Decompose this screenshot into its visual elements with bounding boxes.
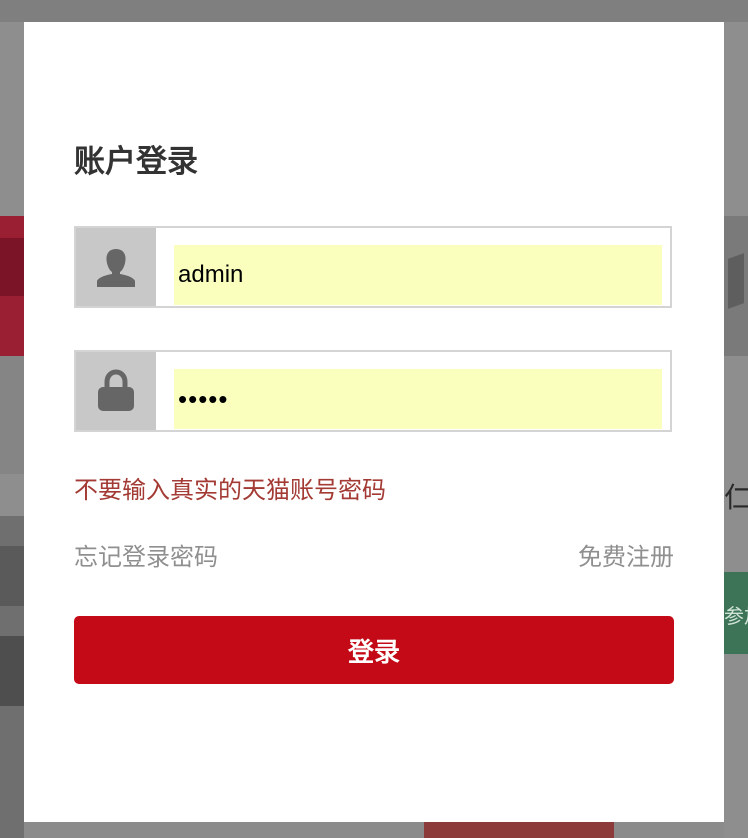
warning-message: 不要输入真实的天猫账号密码 bbox=[74, 476, 386, 504]
password-input[interactable] bbox=[174, 369, 662, 429]
background-text: 仁 bbox=[724, 481, 748, 514]
password-field bbox=[74, 350, 672, 432]
background-header bbox=[0, 0, 748, 22]
lock-icon bbox=[76, 352, 156, 430]
username-field bbox=[74, 226, 672, 308]
background-footer bbox=[24, 822, 724, 838]
modal-title: 账户登录 bbox=[74, 144, 198, 180]
background-banner bbox=[0, 216, 24, 356]
username-input[interactable] bbox=[174, 245, 662, 305]
background-panel bbox=[0, 356, 24, 474]
background-button: 参加 bbox=[724, 572, 748, 654]
forgot-password-link[interactable]: 忘记登录密码 bbox=[74, 537, 218, 577]
background-product-image bbox=[724, 216, 748, 356]
page-backdrop: 仁 参加 账户登录 不要输入真实的天猫账号密码 忘记登录密码 免费注册 bbox=[0, 0, 748, 838]
background-product-image bbox=[0, 516, 24, 838]
user-icon bbox=[76, 228, 156, 306]
login-modal: 账户登录 不要输入真实的天猫账号密码 忘记登录密码 免费注册 登录 bbox=[24, 22, 724, 822]
background-button-label: 参加 bbox=[724, 604, 748, 628]
register-link[interactable]: 免费注册 bbox=[578, 537, 674, 577]
login-button[interactable]: 登录 bbox=[74, 616, 674, 684]
